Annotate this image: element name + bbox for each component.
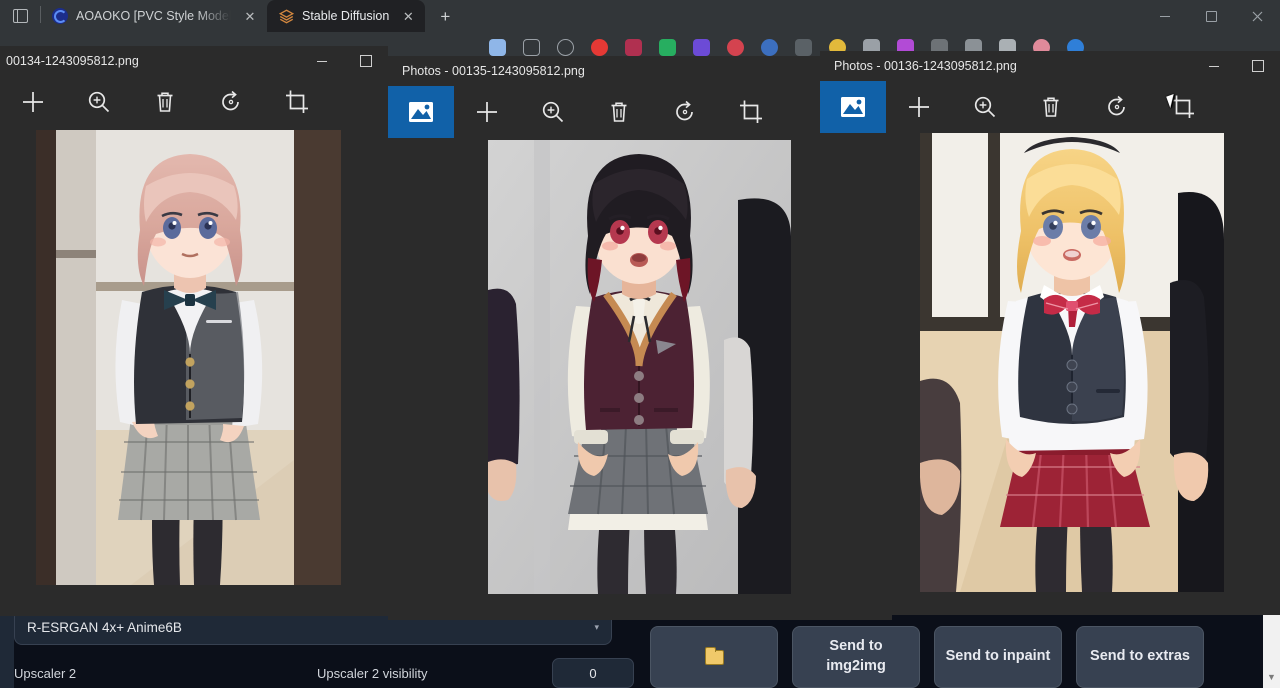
- photo-image-00136: [920, 133, 1224, 592]
- photos-window-3-maximize-button[interactable]: [1236, 51, 1280, 81]
- photos-window-3-canvas: [820, 133, 1280, 615]
- send-to-extras-button[interactable]: Send to extras: [1076, 626, 1204, 688]
- rotate-icon[interactable]: [198, 76, 264, 128]
- photos-window-1-titlebar[interactable]: 00134-1243095812.png: [0, 46, 388, 76]
- open-folder-button[interactable]: [650, 626, 778, 688]
- photos-window-3-toolbar: [820, 81, 1280, 133]
- crop-icon[interactable]: [264, 76, 330, 128]
- tab-stable-diffusion-close-icon[interactable]: ✕: [399, 7, 417, 25]
- photo-image-00135: [488, 140, 791, 594]
- view-image-icon[interactable]: [820, 81, 886, 133]
- rotate-icon[interactable]: [652, 86, 718, 138]
- screen: Upscaler 1 R-ESRGAN 4x+ Anime6B ▾ Upscal…: [0, 0, 1280, 688]
- upscaler2-label: Upscaler 2: [14, 666, 317, 681]
- crop-icon[interactable]: [718, 86, 784, 138]
- send-to-img2img-button[interactable]: Send to img2img: [792, 626, 920, 688]
- photos-window-1-maximize-button[interactable]: [344, 46, 388, 76]
- photos-window-3-title: Photos - 00136-1243095812.png: [834, 59, 1017, 73]
- add-icon[interactable]: [0, 76, 66, 128]
- photos-window-1-title: 00134-1243095812.png: [6, 54, 139, 68]
- civitai-favicon-icon: [52, 8, 68, 24]
- tab-stable-diffusion[interactable]: Stable Diffusion ✕: [267, 0, 425, 32]
- photos-window-3-minimize-button[interactable]: [1192, 51, 1236, 81]
- photos-window-1[interactable]: 00134-1243095812.png: [0, 46, 388, 616]
- photos-window-3[interactable]: Photos - 00136-1243095812.png: [820, 51, 1280, 615]
- send-to-inpaint-button[interactable]: Send to inpaint: [934, 626, 1062, 688]
- delete-icon[interactable]: [586, 86, 652, 138]
- photos-window-3-titlebar[interactable]: Photos - 00136-1243095812.png: [820, 51, 1280, 81]
- stable-diffusion-favicon-icon: [278, 8, 294, 24]
- upscaler1-value: R-ESRGAN 4x+ Anime6B: [27, 620, 182, 635]
- browser-close-button[interactable]: [1234, 0, 1280, 32]
- tab-aoaoko-close-icon[interactable]: ✕: [241, 7, 259, 25]
- new-tab-button[interactable]: +: [431, 2, 459, 30]
- delete-icon[interactable]: [1018, 81, 1084, 133]
- upscaler2-visibility-label: Upscaler 2 visibility: [317, 666, 552, 681]
- send-to-button-group: Send to img2img Send to inpaint Send to …: [650, 626, 1204, 688]
- tab-aoaoko-title: AOAOKO [PVC Style Model] - PV: [76, 9, 231, 23]
- upscaler2-visibility-input[interactable]: 0: [552, 658, 634, 688]
- photos-window-1-minimize-button[interactable]: [300, 46, 344, 76]
- tab-stable-diffusion-title: Stable Diffusion: [302, 9, 389, 23]
- rotate-icon[interactable]: [1084, 81, 1150, 133]
- photos-window-2-toolbar: [388, 86, 892, 138]
- tab-strip: AOAOKO [PVC Style Model] - PV ✕ Stable D…: [0, 0, 1280, 32]
- view-image-icon[interactable]: [388, 86, 454, 138]
- zoom-icon[interactable]: [520, 86, 586, 138]
- scroll-down-arrow-icon[interactable]: ▼: [1263, 672, 1280, 682]
- photos-window-2[interactable]: Photos - 00135-1243095812.png: [388, 56, 892, 620]
- photos-window-1-controls: [300, 46, 388, 76]
- photo-image-00134: [36, 130, 341, 585]
- browser-minimize-button[interactable]: [1142, 0, 1188, 32]
- photos-window-2-title: Photos - 00135-1243095812.png: [402, 64, 585, 78]
- add-icon[interactable]: [454, 86, 520, 138]
- photos-window-3-controls: [1192, 51, 1280, 81]
- browser-maximize-button[interactable]: [1188, 0, 1234, 32]
- delete-icon[interactable]: [132, 76, 198, 128]
- add-icon[interactable]: [886, 81, 952, 133]
- tab-aoaoko[interactable]: AOAOKO [PVC Style Model] - PV ✕: [41, 0, 267, 32]
- chevron-down-icon: ▾: [594, 622, 599, 633]
- photos-window-2-titlebar[interactable]: Photos - 00135-1243095812.png: [388, 56, 892, 86]
- side-panel-button[interactable]: [0, 0, 40, 32]
- side-panel-icon: [13, 9, 28, 23]
- upscaler2-row: Upscaler 2 Upscaler 2 visibility 0: [14, 658, 634, 688]
- crop-icon[interactable]: [1150, 81, 1216, 133]
- folder-icon: [705, 650, 724, 665]
- photos-window-1-canvas: [0, 128, 388, 616]
- zoom-icon[interactable]: [66, 76, 132, 128]
- browser-window-controls: [1142, 0, 1280, 32]
- photos-window-1-toolbar: [0, 76, 388, 128]
- zoom-icon[interactable]: [952, 81, 1018, 133]
- photos-window-2-canvas: [388, 138, 892, 620]
